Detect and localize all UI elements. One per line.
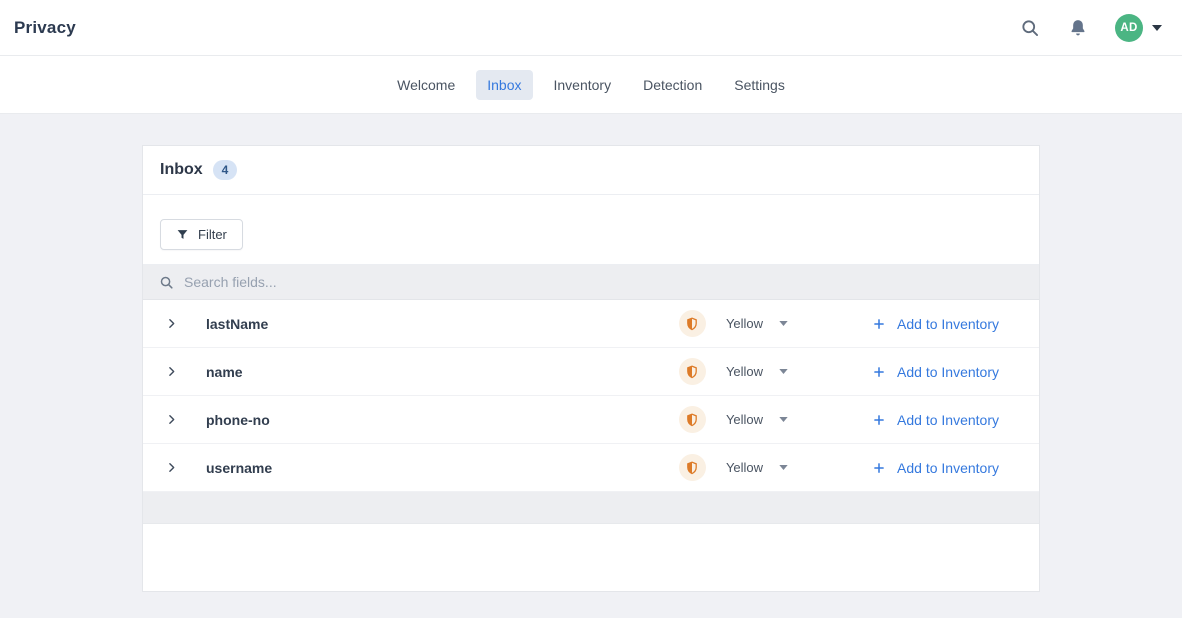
- add-to-inventory-label: Add to Inventory: [897, 412, 999, 428]
- inbox-card-header: Inbox 4: [143, 146, 1039, 195]
- chevron-down-icon: [779, 369, 788, 374]
- chevron-down-icon: [1152, 25, 1162, 31]
- add-to-inventory-label: Add to Inventory: [897, 364, 999, 380]
- add-to-inventory-label: Add to Inventory: [897, 316, 999, 332]
- add-to-inventory-button[interactable]: Add to Inventory: [872, 460, 999, 476]
- add-to-inventory-button[interactable]: Add to Inventory: [872, 316, 999, 332]
- add-to-inventory-button[interactable]: Add to Inventory: [872, 364, 999, 380]
- inbox-card: Inbox 4 Filter lastName: [142, 145, 1040, 592]
- classification-value: Yellow: [726, 364, 763, 379]
- search-input[interactable]: [184, 274, 1023, 290]
- chevron-down-icon: [779, 321, 788, 326]
- classification-select[interactable]: Yellow: [726, 460, 788, 475]
- plus-icon: [872, 413, 886, 427]
- table-row: phone-no Yellow Add to Inventory: [143, 396, 1039, 444]
- table-footer: [143, 492, 1039, 524]
- filter-section: Filter: [143, 195, 1039, 265]
- plus-icon: [872, 461, 886, 475]
- add-to-inventory-button[interactable]: Add to Inventory: [872, 412, 999, 428]
- tab-welcome[interactable]: Welcome: [386, 70, 466, 100]
- shield-icon: [679, 358, 706, 385]
- table-row: username Yellow Add to Inventory: [143, 444, 1039, 492]
- shield-icon: [679, 454, 706, 481]
- table-row: name Yellow Add to Inventory: [143, 348, 1039, 396]
- chevron-right-icon[interactable]: [163, 460, 179, 476]
- main-nav: Welcome Inbox Inventory Detection Settings: [0, 56, 1182, 114]
- header-actions: AD: [1019, 14, 1162, 42]
- classification-value: Yellow: [726, 460, 763, 475]
- classification-select[interactable]: Yellow: [726, 412, 788, 427]
- user-menu[interactable]: AD: [1115, 14, 1162, 42]
- tab-inbox[interactable]: Inbox: [476, 70, 532, 100]
- filter-button[interactable]: Filter: [160, 219, 243, 250]
- field-name: username: [206, 460, 272, 476]
- funnel-icon: [176, 228, 189, 241]
- classification-select[interactable]: Yellow: [726, 364, 788, 379]
- chevron-right-icon[interactable]: [163, 364, 179, 380]
- avatar[interactable]: AD: [1115, 14, 1143, 42]
- search-icon[interactable]: [1019, 17, 1041, 39]
- classification-value: Yellow: [726, 316, 763, 331]
- classification-value: Yellow: [726, 412, 763, 427]
- table-row: lastName Yellow Add to Inventory: [143, 300, 1039, 348]
- chevron-down-icon: [779, 417, 788, 422]
- field-name: lastName: [206, 316, 268, 332]
- main-content: Inbox 4 Filter lastName: [0, 114, 1182, 592]
- shield-icon: [679, 406, 706, 433]
- field-name: name: [206, 364, 243, 380]
- field-rows: lastName Yellow Add to Inventory: [143, 300, 1039, 492]
- tab-detection[interactable]: Detection: [632, 70, 713, 100]
- bell-icon[interactable]: [1067, 17, 1089, 39]
- search-bar: [143, 265, 1039, 300]
- field-name: phone-no: [206, 412, 270, 428]
- add-to-inventory-label: Add to Inventory: [897, 460, 999, 476]
- app-title: Privacy: [14, 18, 76, 38]
- classification-select[interactable]: Yellow: [726, 316, 788, 331]
- app-header: Privacy AD: [0, 0, 1182, 56]
- tab-inventory[interactable]: Inventory: [543, 70, 623, 100]
- tab-settings[interactable]: Settings: [723, 70, 796, 100]
- filter-button-label: Filter: [198, 227, 227, 242]
- chevron-right-icon[interactable]: [163, 316, 179, 332]
- plus-icon: [872, 317, 886, 331]
- card-bottom-space: [143, 524, 1039, 591]
- shield-icon: [679, 310, 706, 337]
- search-icon: [159, 275, 174, 290]
- plus-icon: [872, 365, 886, 379]
- chevron-down-icon: [779, 465, 788, 470]
- page-title: Inbox: [160, 161, 203, 179]
- inbox-count-badge: 4: [213, 160, 238, 180]
- chevron-right-icon[interactable]: [163, 412, 179, 428]
